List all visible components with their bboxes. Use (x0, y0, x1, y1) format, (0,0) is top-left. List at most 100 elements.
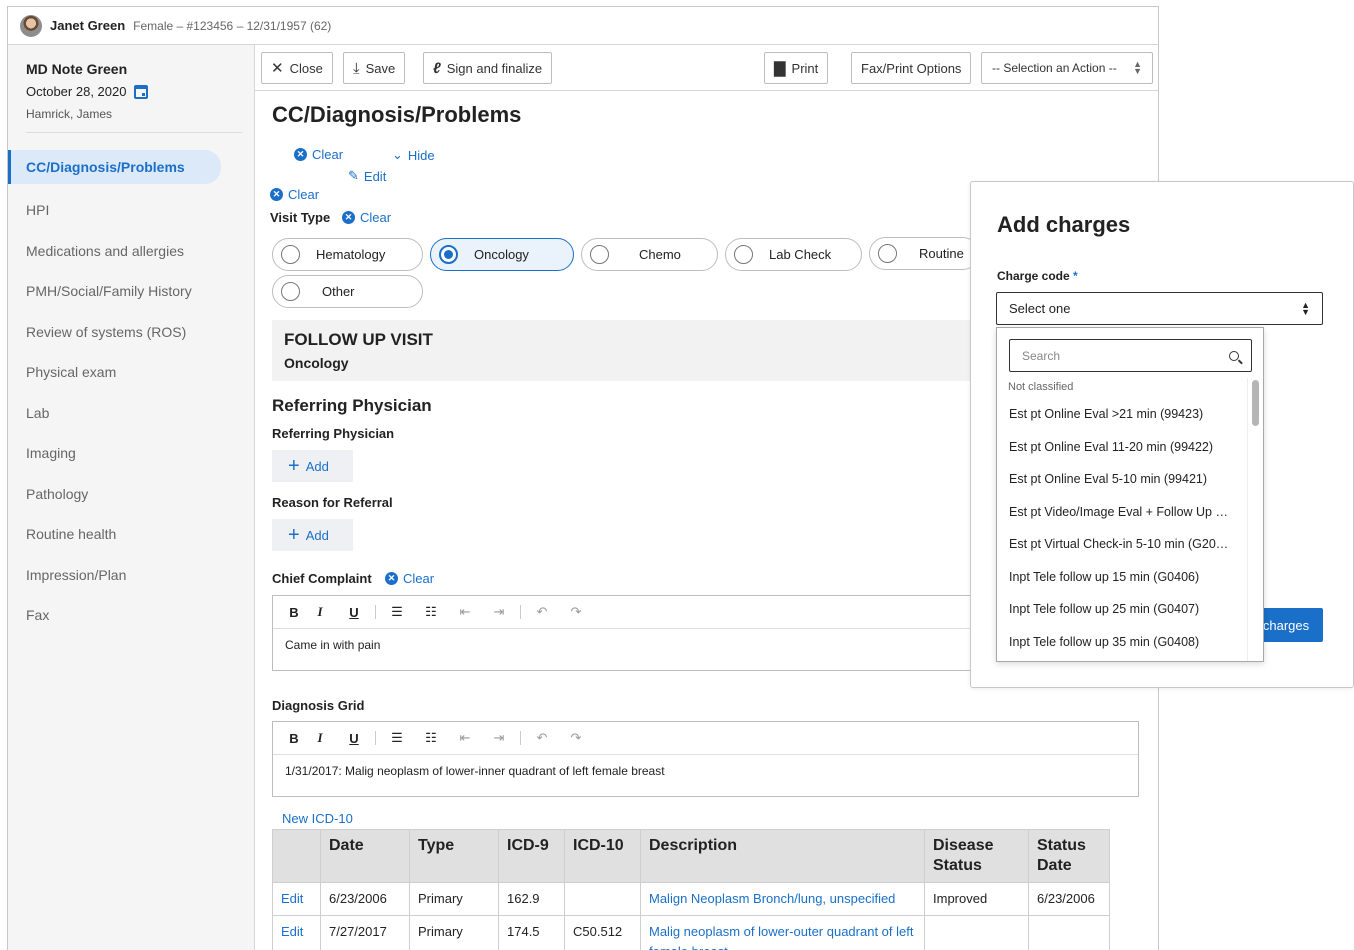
dropdown-option[interactable]: Inpt Tele follow up 25 min (G0407) (997, 593, 1249, 626)
sidebar-item-imaging[interactable]: Imaging (8, 433, 254, 474)
sidebar-item-routine-health[interactable]: Routine health (8, 514, 254, 555)
redo-icon[interactable]: ↷ (559, 722, 593, 755)
add-reason-referral-button[interactable]: + Add (272, 519, 353, 551)
underline-button[interactable]: U (337, 722, 371, 755)
hide-label: Hide (407, 147, 435, 163)
cell-description-link[interactable]: Malign Neoplasm Bronch/lung, unspecified (640, 882, 925, 916)
numbered-list-icon[interactable]: ☷ (414, 596, 448, 629)
dropdown-option[interactable]: Inpt Tele follow up 35 min (G0408) (997, 626, 1249, 659)
plus-icon: + (288, 455, 300, 477)
close-label: Close (289, 60, 323, 76)
indent-icon[interactable]: ⇥ (482, 596, 516, 629)
italic-button[interactable]: I (303, 722, 337, 755)
toolbar: ✕ Close ⤓ Save ℓ Sign and finalize ▇ Pri… (255, 45, 1158, 91)
close-button[interactable]: ✕ Close (261, 52, 333, 84)
undo-icon[interactable]: ↶ (525, 596, 559, 629)
dropdown-option[interactable]: Est pt Online Eval 5-10 min (99421) (997, 463, 1249, 496)
dropdown-option[interactable]: Est pt Online Eval 11-20 min (99422) (997, 431, 1249, 464)
outdent-icon[interactable]: ⇤ (448, 596, 482, 629)
add-referring-physician-button[interactable]: + Add (272, 450, 353, 482)
table-row: Edit 7/27/2017 Primary 174.5 C50.512 Mal… (272, 915, 1110, 950)
new-icd10-link[interactable]: New ICD-10 (282, 811, 353, 826)
diagnosis-grid-editor[interactable]: B I U ☰ ☷ ⇤ ⇥ ↶ ↷ 1/31/2017: Malig neopl… (272, 721, 1139, 797)
clear-link-2[interactable]: ✕ Clear (270, 187, 319, 202)
radio-icon (281, 245, 300, 264)
visit-type-chemo[interactable]: Chemo (581, 238, 718, 271)
bullet-list-icon[interactable]: ☰ (380, 596, 414, 629)
undo-icon[interactable]: ↶ (525, 722, 559, 755)
hide-link[interactable]: ⌄ Hide (392, 147, 435, 163)
sidebar-item-cc-diagnosis-problems[interactable]: CC/Diagnosis/Problems (8, 150, 221, 184)
sidebar-item-physical-exam[interactable]: Physical exam (8, 352, 254, 393)
charge-code-label-text: Charge code (997, 269, 1070, 283)
dropdown-option[interactable]: Est pt Online Eval >21 min (99423) (997, 398, 1249, 431)
cell-date: 7/27/2017 (320, 915, 410, 950)
sidebar-item-lab[interactable]: Lab (8, 393, 254, 434)
bullet-list-icon[interactable]: ☰ (380, 722, 414, 755)
sign-finalize-button[interactable]: ℓ Sign and finalize (423, 52, 553, 84)
bold-button[interactable]: B (285, 596, 303, 629)
radio-selected-icon (439, 245, 458, 264)
edit-row-link[interactable]: Edit (272, 882, 321, 916)
clear-link[interactable]: ✕ Clear (294, 147, 343, 162)
column-header: Disease Status (924, 829, 1029, 883)
italic-button[interactable]: I (303, 596, 337, 629)
sign-label: Sign and finalize (446, 60, 543, 76)
save-button[interactable]: ⤓ Save (343, 52, 406, 84)
sidebar-item-medications[interactable]: Medications and allergies (8, 231, 254, 272)
chief-complaint-clear-link[interactable]: ✕ Clear (385, 571, 434, 586)
sidebar-item-impression-plan[interactable]: Impression/Plan (8, 555, 254, 596)
dropdown-search-input[interactable]: Search (1009, 339, 1252, 372)
dropdown-option[interactable]: Est pt Video/Image Eval + Follow Up … (997, 496, 1249, 529)
referring-heading: Referring Physician (272, 396, 432, 415)
clear-label: Clear (288, 187, 320, 202)
visit-type-oncology[interactable]: Oncology (430, 238, 574, 271)
sidebar-item-ros[interactable]: Review of systems (ROS) (8, 312, 254, 353)
edit-row-link[interactable]: Edit (272, 915, 321, 950)
redo-icon[interactable]: ↷ (559, 596, 593, 629)
fax-print-label: Fax/Print Options (861, 60, 962, 76)
charge-code-select[interactable]: Select one ▲ ▼ (996, 292, 1323, 325)
bold-button[interactable]: B (285, 722, 303, 755)
visit-type-hematology[interactable]: Hematology (272, 238, 423, 271)
dropdown-option[interactable]: Inpt Tele follow up 15 min (G0406) (997, 561, 1249, 594)
dropdown-option[interactable]: Est pt Virtual Check-in 5-10 min (G20… (997, 528, 1249, 561)
sidebar-item-hpi[interactable]: HPI (8, 190, 254, 231)
visit-type-lab-check[interactable]: Lab Check (725, 238, 862, 271)
sidebar-item-pathology[interactable]: Pathology (8, 474, 254, 515)
add-label: Add (305, 458, 329, 474)
sidebar-item-fax[interactable]: Fax (8, 595, 254, 636)
select-caret-icon: ▲ ▼ (1133, 59, 1142, 76)
indent-icon[interactable]: ⇥ (482, 722, 516, 755)
cell-icd9: 162.9 (498, 882, 565, 916)
column-header (272, 829, 321, 883)
calendar-icon[interactable] (134, 84, 149, 99)
column-header: Type (409, 829, 499, 883)
cell-description-link[interactable]: Malig neoplasm of lower-outer quadrant o… (640, 915, 925, 950)
divider (520, 605, 521, 619)
table-header-row: Date Type ICD-9 ICD-10 Description Disea… (272, 829, 1110, 883)
action-select[interactable]: -- Selection an Action -- ▲ ▼ (981, 52, 1153, 84)
underline-button[interactable]: U (337, 596, 371, 629)
numbered-list-icon[interactable]: ☷ (414, 722, 448, 755)
sidebar-item-pmh[interactable]: PMH/Social/Family History (8, 271, 254, 312)
edit-link[interactable]: ✎ Edit (348, 168, 386, 184)
section-title: CC/Diagnosis/Problems (272, 102, 522, 127)
visit-type-other[interactable]: Other (272, 275, 423, 308)
pencil-icon: ✎ (348, 168, 359, 183)
patient-header: Janet Green Female – #123456 – 12/31/195… (8, 7, 1158, 45)
scrollbar-thumb[interactable] (1252, 380, 1259, 426)
visit-type-routine[interactable]: Routine (869, 237, 979, 270)
clear-icon: ✕ (270, 188, 283, 201)
outdent-icon[interactable]: ⇤ (448, 722, 482, 755)
avatar (20, 14, 42, 37)
diagnosis-grid-label: Diagnosis Grid (272, 698, 365, 713)
diagnosis-grid-text[interactable]: 1/31/2017: Malig neoplasm of lower-inner… (273, 755, 1138, 787)
cell-status-date: 6/23/2006 (1028, 882, 1110, 916)
visit-type-clear-link[interactable]: ✕ Clear (342, 210, 391, 225)
download-icon: ⤓ (353, 59, 360, 77)
column-header: Description (640, 829, 925, 883)
dropdown-scrollbar[interactable] (1247, 378, 1263, 661)
print-button[interactable]: ▇ Print (764, 52, 829, 84)
fax-print-options-button[interactable]: Fax/Print Options (851, 52, 972, 84)
